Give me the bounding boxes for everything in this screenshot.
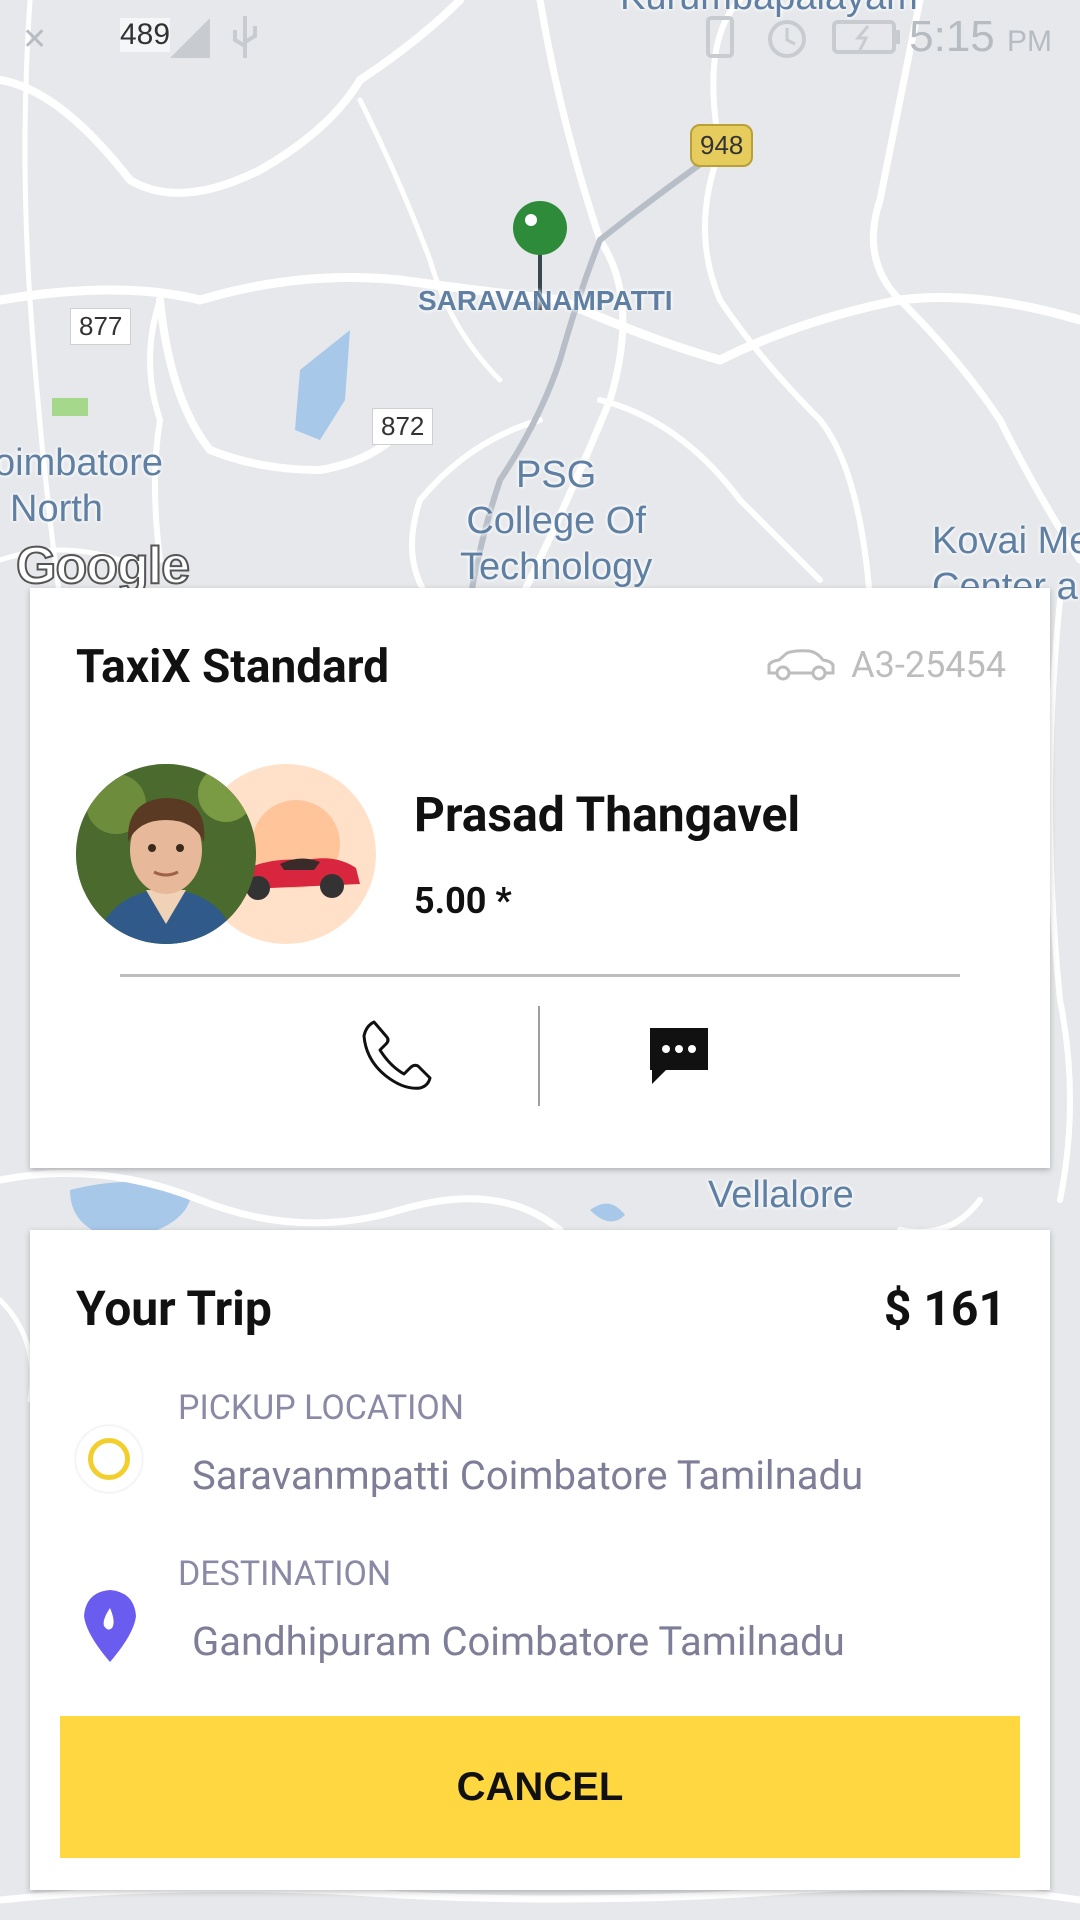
road-shield-872: 872 [372,408,434,445]
service-title: TaxiX Standard [76,640,390,694]
highway-shield-948: 948 [690,124,754,167]
plate-number: A3-25454 [851,644,1006,686]
destination-address[interactable]: Gandhipuram Coimbatore Tamilnadu [192,1618,845,1665]
map-label-psg: PSG College Of Technology [460,452,652,590]
map-label-vellalore: Vellalore [708,1174,854,1216]
map-label-psg-1: PSG [516,454,597,496]
vehicle-plate: A3-25454 [765,644,1006,686]
location-pin-icon [84,1590,136,1662]
vibrate-icon [706,16,734,58]
road-shield-877: 877 [70,308,132,345]
action-divider [538,1006,540,1106]
cancel-button[interactable]: CANCEL [60,1716,1020,1858]
map-label-coimbatore-1: oimbatore [0,442,163,484]
signal-icon [170,18,210,58]
usb-icon [233,16,257,58]
driver-name: Prasad Thangavel [414,786,801,843]
alarm-icon [768,20,806,58]
status-bar: ✕ 489 5:15 PM [0,0,1080,76]
trip-title: Your Trip [76,1280,272,1337]
person-photo-icon [76,764,256,944]
trip-card: Your Trip $ 161 PICKUP LOCATION Saravanm… [30,1230,1050,1890]
phone-icon [362,1020,432,1090]
divider [120,974,960,977]
map-label-saravanampatti: SARAVANAMPATTI [418,285,673,316]
map-label-coimbatore-2: North [10,488,103,530]
signal-number: 489 [120,18,171,52]
pickup-address[interactable]: Saravanmpatti Coimbatore Tamilnadu [192,1452,863,1499]
notification-close-icon: ✕ [22,23,48,56]
destination-label: DESTINATION [178,1554,392,1594]
map-label-kovai-1: Kovai Me [932,520,1080,562]
map-label-psg-2: College Of [466,500,646,542]
message-driver-button[interactable] [644,1022,714,1092]
google-logo: Google [15,536,191,596]
driver-rating: 5.00 * [414,880,512,922]
car-icon [767,649,835,681]
map-label-psg-3: Technology [460,546,653,588]
map-label-coimbatore: oimbatore North [0,440,163,532]
clock-time: 5:15 [909,12,995,61]
chat-icon [650,1028,708,1084]
call-driver-button[interactable] [356,1016,436,1096]
driver-avatar [76,764,256,944]
driver-avatar-group [76,764,376,944]
driver-card: TaxiX Standard A3-25454 Prasad Thangavel… [30,588,1050,1168]
pickup-circle-icon [76,1426,142,1492]
clock-ampm: PM [1007,25,1052,58]
trip-price: $ 161 [883,1280,1006,1337]
battery-icon [832,20,900,54]
clock: 5:15 PM [909,12,1052,62]
pickup-label: PICKUP LOCATION [178,1388,465,1428]
